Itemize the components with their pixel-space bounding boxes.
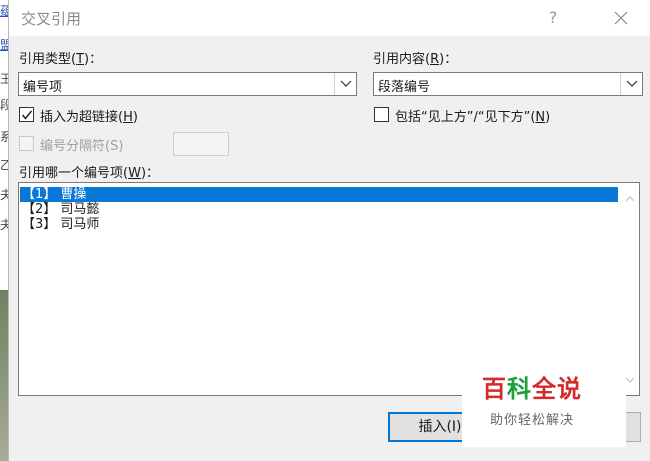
include-above-below-key: N: [535, 110, 546, 125]
ref-content-label: 引用内容(R)：: [373, 48, 457, 67]
close-button[interactable]: [607, 4, 635, 32]
separator-input[interactable]: [173, 132, 229, 156]
chevron-down-icon: [340, 80, 352, 87]
title-bar[interactable]: 交叉引用 ?: [9, 0, 650, 36]
ref-type-dropdown-button[interactable]: [334, 73, 356, 95]
ref-type-label: 引用类型(T)：: [19, 48, 102, 67]
ref-type-value: 编号项: [23, 80, 63, 95]
ref-content-dropdown-button[interactable]: [620, 73, 642, 95]
which-item-suffix: )：: [140, 166, 160, 181]
which-item-key: W: [128, 166, 141, 181]
ref-content-value: 段落编号: [378, 80, 431, 95]
watermark-title-part: 科: [507, 375, 532, 403]
include-above-below-checkbox[interactable]: [374, 107, 389, 122]
include-above-below-text: 包括“见上方”/“见下方”(: [395, 110, 536, 125]
separator-label: 编号分隔符(S): [40, 139, 124, 154]
ref-content-label-text: 引用内容(: [373, 52, 431, 67]
checkmark-icon: [21, 110, 33, 120]
scroll-down-icon[interactable]: [625, 377, 635, 384]
ref-type-label-text: 引用类型(: [19, 52, 77, 67]
ref-type-label-suffix: )：: [84, 52, 103, 67]
insert-hyperlink-key: H: [123, 110, 133, 125]
dialog-title: 交叉引用: [21, 10, 82, 28]
which-item-label: 引用哪一个编号项(W)：: [19, 162, 159, 181]
include-above-below-suffix: ): [545, 110, 551, 125]
ref-content-label-suffix: )：: [439, 52, 458, 67]
help-button[interactable]: ?: [541, 6, 565, 30]
chevron-down-icon: [626, 80, 638, 87]
insert-hyperlink-suffix: ): [132, 110, 138, 125]
watermark-title-part: 百: [482, 375, 507, 403]
scroll-up-icon[interactable]: [625, 195, 635, 202]
watermark-title: 百科全说: [482, 369, 582, 404]
ref-content-label-key: R: [430, 52, 440, 67]
baike-watermark-logo: 百科全说 助你轻松解决: [462, 355, 626, 447]
ref-type-label-key: T: [76, 52, 85, 67]
list-item[interactable]: 【1】 曹操: [20, 187, 618, 202]
ref-content-select[interactable]: 段落编号: [373, 72, 643, 96]
close-icon: [614, 11, 628, 25]
ref-type-select[interactable]: 编号项: [18, 72, 357, 96]
separator-checkbox[interactable]: [19, 136, 34, 151]
include-above-below-label[interactable]: 包括“见上方”/“见下方”(N): [395, 106, 550, 125]
insert-hyperlink-text: 插入为超链接(: [40, 110, 124, 125]
insert-hyperlink-checkbox[interactable]: [19, 107, 34, 122]
insert-hyperlink-label[interactable]: 插入为超链接(H): [40, 106, 138, 125]
list-item[interactable]: 【2】 司马懿: [20, 202, 618, 217]
watermark-title-part: 全说: [532, 375, 582, 403]
watermark-subtitle: 助你轻松解决: [490, 413, 575, 428]
list-item[interactable]: 【3】 司马师: [20, 217, 618, 232]
which-item-text: 引用哪一个编号项(: [19, 166, 129, 181]
